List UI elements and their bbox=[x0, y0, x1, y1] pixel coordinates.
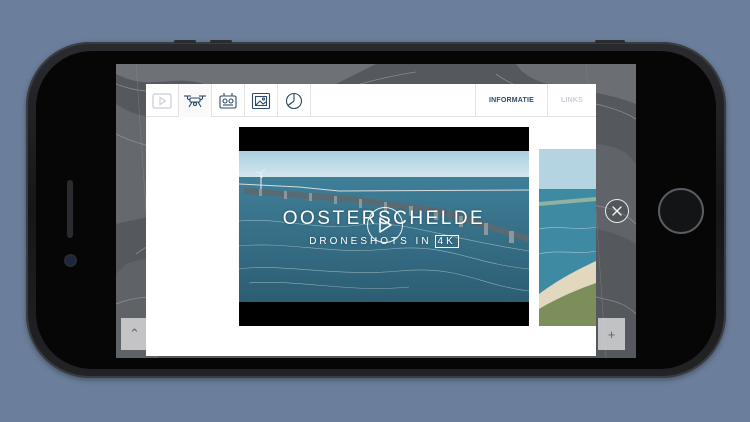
beach-image bbox=[539, 149, 596, 326]
zoom-in-button[interactable]: + bbox=[598, 318, 625, 350]
power-button bbox=[595, 40, 625, 43]
tool-video[interactable] bbox=[146, 84, 179, 117]
modal-toolbar: INFORMATIE LINKS bbox=[146, 84, 596, 117]
video-subtitle-text: DRONESHOTS IN bbox=[309, 236, 432, 247]
tab-links[interactable]: LINKS bbox=[547, 84, 596, 117]
next-media-thumbnail[interactable] bbox=[539, 149, 596, 326]
video-player[interactable]: OOSTERSCHELDE DRONESHOTS IN 4K bbox=[239, 127, 529, 326]
close-icon bbox=[612, 206, 622, 216]
pie-chart-icon bbox=[285, 92, 303, 109]
play-button[interactable] bbox=[367, 207, 403, 243]
tool-gallery[interactable] bbox=[245, 84, 278, 117]
image-gallery-icon bbox=[251, 92, 271, 109]
volume-button bbox=[210, 40, 232, 43]
plus-icon: + bbox=[607, 326, 616, 342]
front-camera bbox=[66, 256, 75, 265]
chevron-up-icon: ⌃ bbox=[129, 326, 140, 341]
close-modal-button[interactable] bbox=[605, 199, 629, 223]
play-video-icon bbox=[152, 92, 172, 109]
speaker-grille bbox=[67, 180, 73, 238]
tab-informatie[interactable]: INFORMATIE bbox=[474, 84, 547, 117]
home-button[interactable] bbox=[658, 188, 704, 234]
scroll-up-button[interactable]: ⌃ bbox=[121, 318, 148, 350]
volume-button bbox=[174, 40, 196, 43]
tool-chart[interactable] bbox=[278, 84, 311, 117]
radio-device-icon bbox=[219, 92, 237, 109]
play-icon bbox=[379, 217, 392, 233]
media-modal: INFORMATIE LINKS OOSTERSCHELDE DRONESHOT… bbox=[146, 84, 596, 356]
tool-radio[interactable] bbox=[212, 84, 245, 117]
video-subtitle-badge: 4K bbox=[434, 235, 459, 248]
modal-content: OOSTERSCHELDE DRONESHOTS IN 4K bbox=[146, 118, 596, 356]
video-thumbnail: OOSTERSCHELDE DRONESHOTS IN 4K bbox=[239, 151, 529, 302]
tool-drone[interactable] bbox=[179, 84, 212, 117]
drone-icon bbox=[184, 94, 206, 107]
